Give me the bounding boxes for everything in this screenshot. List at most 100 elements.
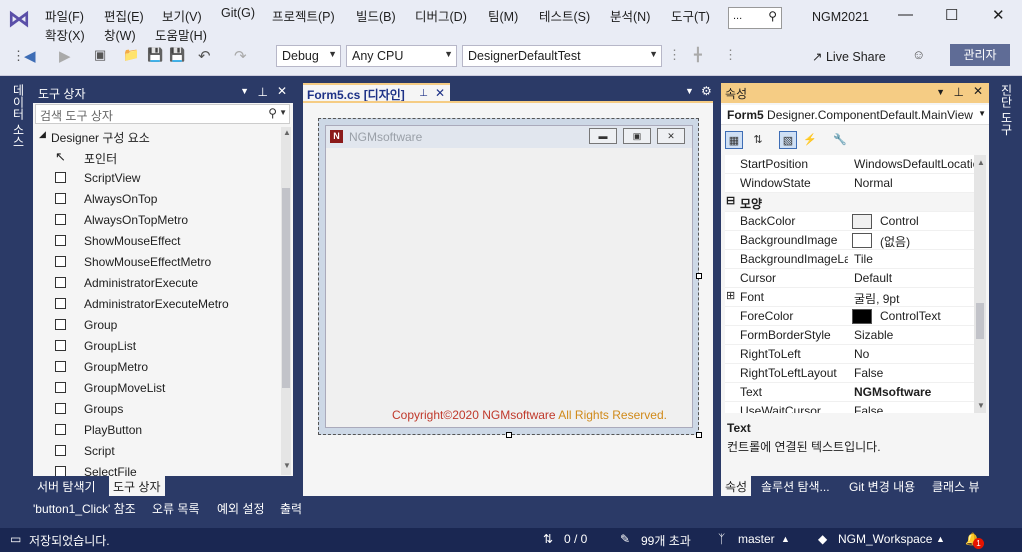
config-dropdown[interactable]: Debug ▼ — [276, 45, 341, 67]
property-scroll-thumb[interactable] — [976, 303, 984, 339]
dropdown-icon[interactable]: ▼ — [240, 86, 249, 96]
property-value[interactable]: Default — [854, 271, 974, 285]
toolbox-scroll-thumb[interactable] — [282, 188, 290, 388]
toolbox-item[interactable]: AdministratorExecuteMetro — [33, 294, 283, 315]
menu-help[interactable]: 도움말(H) — [155, 25, 207, 44]
categorized-icon[interactable]: ▦ — [725, 131, 743, 149]
tab-class-view[interactable]: 클래스 뷰 — [928, 476, 984, 496]
menu-edit[interactable]: 편집(E) — [104, 6, 144, 25]
menu-view[interactable]: 보기(V) — [162, 6, 202, 25]
property-row[interactable]: RightToLeft No — [725, 345, 975, 364]
property-value[interactable]: False — [854, 404, 974, 413]
branch-name[interactable]: master — [738, 532, 775, 546]
undo-icon[interactable]: ↶ — [198, 47, 211, 65]
property-value[interactable]: NGMsoftware — [854, 385, 974, 399]
close-icon[interactable]: ✕ — [992, 6, 1005, 24]
feedback-icon[interactable]: ☺ — [912, 47, 925, 62]
tab-dropdown-icon[interactable]: ▼ — [685, 86, 694, 96]
toolbox-search-input[interactable]: 검색 도구 상자 ⚲ ▼ — [35, 104, 290, 124]
toolbar-option-icon[interactable]: ⋮ — [668, 47, 681, 63]
property-category[interactable]: ⊟ 모양 — [725, 193, 975, 212]
menu-file[interactable]: 파일(F) — [45, 6, 84, 25]
expand-icon[interactable]: ⊞ — [726, 289, 735, 302]
property-value[interactable]: Normal — [854, 176, 974, 190]
alphabetical-icon[interactable]: ⇅ — [749, 131, 767, 149]
property-row[interactable]: StartPosition WindowsDefaultLocation — [725, 155, 975, 174]
search-box[interactable]: ... ⚲ — [728, 7, 782, 29]
menu-git[interactable]: Git(G) — [221, 6, 255, 20]
property-value[interactable]: Tile — [854, 252, 974, 266]
toolbox-item[interactable]: Group — [33, 315, 283, 336]
toolbox-item[interactable]: GroupList — [33, 336, 283, 357]
align-icon[interactable]: ╋ — [694, 47, 702, 63]
property-row[interactable]: FormBorderStyle Sizable — [725, 326, 975, 345]
designer-tab[interactable]: Form5.cs [디자인] ⊥ ✕ — [303, 83, 450, 103]
menu-team[interactable]: 팀(M) — [488, 6, 518, 25]
collapse-icon[interactable]: ⊟ — [726, 194, 735, 207]
settings-gear-icon[interactable]: ⚙ — [701, 84, 712, 98]
tab-server-explorer[interactable]: 서버 탐색기 — [33, 476, 100, 496]
toolbox-item[interactable]: Script — [33, 441, 283, 462]
menu-debug[interactable]: 디버그(D) — [415, 6, 467, 25]
toolbox-item[interactable]: AlwaysOnTop — [33, 189, 283, 210]
tab-solution-explorer[interactable]: 솔루션 탐색... — [757, 476, 834, 496]
pending-edits[interactable]: 99개 초과 — [641, 532, 691, 549]
toolbox-item[interactable]: AdministratorExecute — [33, 273, 283, 294]
property-pages-icon[interactable]: 🔧 — [831, 131, 849, 149]
toolbox-item[interactable]: GroupMetro — [33, 357, 283, 378]
toolbox-item[interactable]: GroupMoveList — [33, 378, 283, 399]
startup-dropdown[interactable]: DesignerDefaultTest ▼ — [462, 45, 662, 67]
close-icon[interactable]: ✕ — [435, 86, 445, 100]
property-row[interactable]: Text NGMsoftware — [725, 383, 975, 402]
menu-build[interactable]: 빌드(B) — [356, 6, 396, 25]
form-minimize-icon[interactable]: ▬ — [589, 128, 617, 144]
tab-properties[interactable]: 속성 — [721, 476, 752, 496]
new-project-icon[interactable]: ▣ — [94, 47, 106, 63]
property-value[interactable]: Sizable — [854, 328, 974, 342]
scroll-down-icon[interactable]: ▼ — [283, 461, 291, 470]
menu-analyze[interactable]: 분석(N) — [610, 6, 650, 25]
pin-icon[interactable]: ⊥ — [258, 85, 268, 99]
resize-handle-bottom[interactable] — [506, 432, 512, 438]
resize-handle-right[interactable] — [696, 273, 702, 279]
toolbox-item[interactable]: ↖ 포인터 — [33, 147, 283, 168]
diagnostic-tools-tab[interactable]: 진단 도구 — [998, 84, 1015, 135]
tab-output[interactable]: 출력 — [280, 500, 302, 517]
toolbox-item[interactable]: ShowMouseEffectMetro — [33, 252, 283, 273]
tab-git-changes[interactable]: Git 변경 내용 — [845, 476, 919, 496]
scroll-down-icon[interactable]: ▼ — [977, 401, 985, 410]
close-icon[interactable]: ✕ — [973, 84, 983, 98]
object-selector[interactable]: Form5 Designer.ComponentDefault.MainView… — [721, 105, 989, 125]
tab-exception-settings[interactable]: 예외 설정 — [217, 500, 265, 517]
property-row[interactable]: ⊞ Font 굴림, 9pt — [725, 288, 975, 307]
close-icon[interactable]: ✕ — [277, 84, 287, 98]
property-row[interactable]: ForeColor ControlText — [725, 307, 975, 326]
menu-project[interactable]: 프로젝트(P) — [272, 6, 335, 25]
live-share-button[interactable]: ↗ Live Share — [812, 49, 886, 64]
toolbox-item[interactable]: PlayButton — [33, 420, 283, 441]
tab-references[interactable]: 'button1_Click' 참조 — [33, 500, 136, 517]
dropdown-icon[interactable]: ▼ — [936, 87, 945, 97]
property-row[interactable]: WindowState Normal — [725, 174, 975, 193]
resize-handle-corner[interactable] — [696, 432, 702, 438]
platform-dropdown[interactable]: Any CPU ▼ — [346, 45, 457, 67]
property-row[interactable]: BackgroundImageLayout Tile — [725, 250, 975, 269]
property-scrollbar[interactable] — [974, 155, 986, 413]
tab-error-list[interactable]: 오류 목록 — [152, 500, 200, 517]
property-value[interactable]: ControlText — [880, 309, 975, 323]
property-value[interactable]: (없음) — [880, 233, 975, 250]
property-row[interactable]: UseWaitCursor False — [725, 402, 975, 413]
tab-toolbox[interactable]: 도구 상자 — [109, 476, 165, 496]
form-maximize-icon[interactable]: ▣ — [623, 128, 651, 144]
scroll-up-icon[interactable]: ▲ — [977, 158, 985, 167]
property-value[interactable]: 굴림, 9pt — [854, 290, 974, 307]
menu-test[interactable]: 테스트(S) — [539, 6, 590, 25]
repo-name[interactable]: NGM_Workspace — [838, 532, 932, 546]
toolbox-group[interactable]: ◢ Designer 구성 요소 — [33, 126, 283, 147]
property-value[interactable]: Control — [880, 214, 975, 228]
toolbox-item[interactable]: Groups — [33, 399, 283, 420]
menu-tools[interactable]: 도구(T) — [671, 6, 710, 25]
menu-window[interactable]: 창(W) — [104, 25, 136, 44]
open-folder-icon[interactable]: 📁 — [123, 47, 139, 63]
data-sources-tab[interactable]: 데이터 소스 — [10, 84, 27, 147]
